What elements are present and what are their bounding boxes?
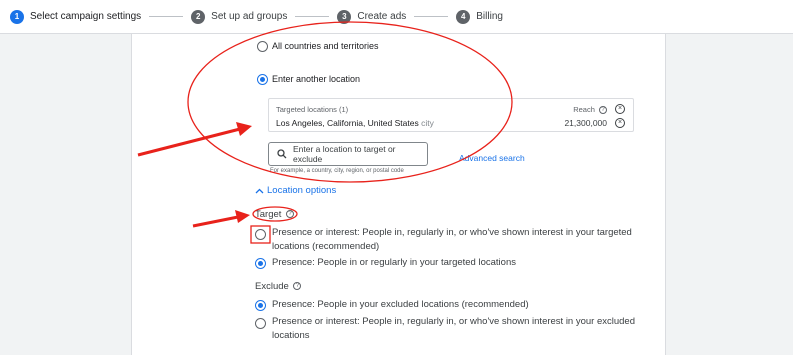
radio-exclude-presence-or-interest[interactable] xyxy=(255,318,266,329)
exclude-heading-label: Exclude xyxy=(255,281,289,292)
location-type: city xyxy=(421,118,434,128)
radio-label-line: locations xyxy=(272,330,310,341)
target-heading-label: Target xyxy=(255,209,282,220)
location-search-placeholder: Enter a location to target or exclude xyxy=(292,144,396,164)
step-label: Billing xyxy=(476,11,503,22)
step-label: Select campaign settings xyxy=(30,11,142,22)
step-select-campaign-settings[interactable]: 1 Select campaign settings xyxy=(10,9,142,24)
radio-label-line: Presence or interest: People in, regular… xyxy=(272,316,636,327)
location-name: Los Angeles, California, United States xyxy=(276,118,419,128)
radio-label-line: Presence or interest: People in, regular… xyxy=(272,227,632,238)
remove-location-icon[interactable]: × xyxy=(615,118,625,128)
help-icon[interactable]: ? xyxy=(293,282,302,291)
search-hint: For example, a country, city, region, or… xyxy=(270,168,404,174)
step-set-up-ad-groups[interactable]: 2 Set up ad groups xyxy=(191,9,288,24)
target-heading: Target ? xyxy=(255,209,295,220)
radio-label-target-presence-or-interest: Presence or interest: People in, regular… xyxy=(272,226,632,254)
help-icon[interactable]: ? xyxy=(286,210,295,219)
step-connector xyxy=(414,16,449,17)
reach-header: Reach ? xyxy=(573,105,607,115)
reach-value: 21,300,000 xyxy=(564,118,607,128)
targeted-location-row: Los Angeles, California, United States c… xyxy=(276,118,434,128)
close-icon[interactable]: × xyxy=(615,104,625,114)
radio-label-exclude-presence: Presence: People in your excluded locati… xyxy=(272,299,529,310)
radio-label-enter-another-location: Enter another location xyxy=(272,74,361,84)
targeted-locations-box: Targeted locations (1) Reach ? × Los Ang… xyxy=(268,98,634,132)
step-billing[interactable]: 4 Billing xyxy=(456,9,503,24)
radio-enter-another-location[interactable] xyxy=(257,74,268,85)
step-number: 2 xyxy=(191,9,206,24)
radio-all-countries[interactable] xyxy=(257,41,268,52)
campaign-stepper: 1 Select campaign settings 2 Set up ad g… xyxy=(0,0,793,34)
radio-exclude-presence[interactable] xyxy=(255,300,266,311)
step-connector xyxy=(149,16,184,17)
radio-label-target-presence: Presence: People in or regularly in your… xyxy=(272,257,516,268)
help-icon[interactable]: ? xyxy=(599,106,607,115)
exclude-heading: Exclude ? xyxy=(255,281,302,292)
step-label: Create ads xyxy=(357,11,407,22)
step-number: 1 xyxy=(10,9,24,24)
radio-label-exclude-presence-or-interest: Presence or interest: People in, regular… xyxy=(272,315,635,343)
step-connector xyxy=(295,16,330,17)
step-label: Set up ad groups xyxy=(211,11,288,22)
search-icon xyxy=(277,149,287,159)
reach-header-label: Reach xyxy=(573,105,595,114)
step-create-ads[interactable]: 3 Create ads xyxy=(337,9,407,24)
radio-target-presence[interactable] xyxy=(255,258,266,269)
radio-target-presence-or-interest[interactable] xyxy=(255,229,266,240)
location-options-label: Location options xyxy=(267,185,337,196)
targeted-locations-header: Targeted locations (1) xyxy=(276,105,349,114)
chevron-up-icon xyxy=(255,188,264,193)
location-search-input[interactable]: Enter a location to target or exclude xyxy=(268,142,428,166)
radio-label-line: locations (recommended) xyxy=(272,241,380,252)
step-number: 3 xyxy=(337,9,352,24)
radio-label-all-countries: All countries and territories xyxy=(272,41,379,51)
location-options-toggle[interactable]: Location options xyxy=(255,185,336,196)
step-number: 4 xyxy=(456,9,471,24)
advanced-search-link[interactable]: Advanced search xyxy=(459,153,525,163)
